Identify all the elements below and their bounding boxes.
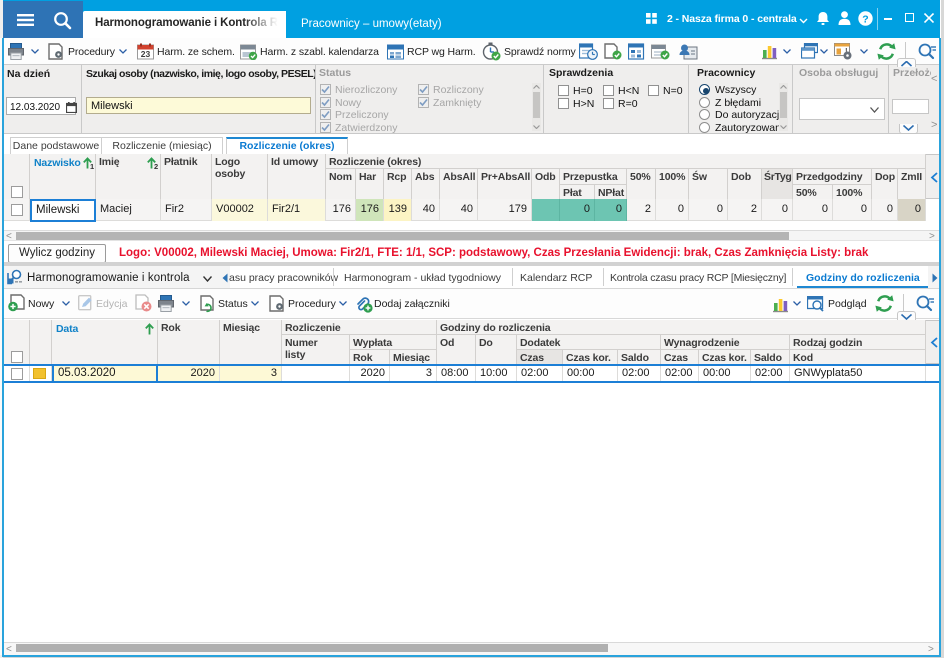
svg-text:?: ? — [862, 13, 868, 25]
svg-text:23: 23 — [141, 49, 151, 59]
